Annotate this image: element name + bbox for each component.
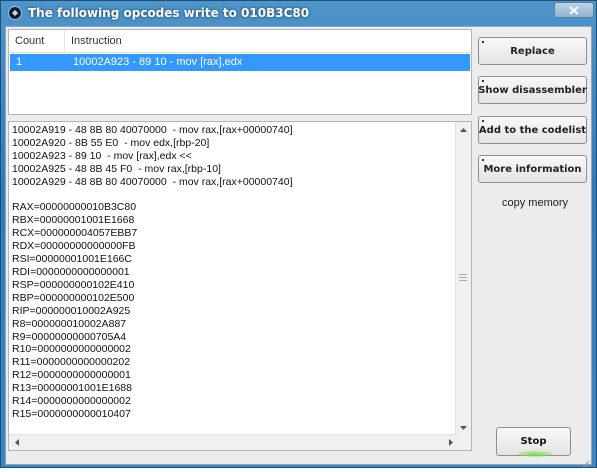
horizontal-scrollbar[interactable] [9, 434, 458, 450]
scroll-grip-icon [459, 266, 467, 281]
close-button[interactable] [554, 2, 594, 18]
close-icon [569, 5, 579, 15]
scroll-down-arrow-icon[interactable] [456, 420, 471, 435]
scroll-up-arrow-icon[interactable] [456, 122, 471, 137]
stop-button[interactable]: Stop [496, 427, 571, 457]
title-bar[interactable]: The following opcodes write to 010B3C80 [1, 1, 596, 26]
list-header: Count Instruction [9, 30, 471, 53]
details-textbox[interactable]: 10002A919 - 48 8B 80 40070000 - mov rax,… [8, 121, 472, 451]
column-header-instruction[interactable]: Instruction [65, 30, 471, 52]
column-header-count[interactable]: Count [9, 30, 65, 52]
stop-label: Stop [520, 436, 547, 447]
add-to-codelist-button[interactable]: Add to the codelist [478, 116, 587, 144]
dialog-window: The following opcodes write to 010B3C80 … [0, 0, 597, 468]
scroll-right-arrow-icon[interactable] [443, 435, 458, 450]
stop-glow-icon [517, 451, 553, 457]
window-title: The following opcodes write to 010B3C80 [28, 6, 310, 20]
copy-memory-label[interactable]: copy memory [502, 197, 568, 209]
details-text: 10002A919 - 48 8B 80 40070000 - mov rax,… [12, 124, 293, 420]
resize-grip-icon[interactable] [580, 453, 590, 468]
vertical-scrollbar[interactable] [455, 122, 471, 450]
show-disassembler-button[interactable]: Show disassembler [478, 76, 587, 104]
replace-button[interactable]: Replace [478, 37, 587, 65]
list-row[interactable]: 1 10002A923 - 89 10 - mov [rax],edx [10, 54, 470, 71]
app-icon [7, 5, 23, 21]
scroll-left-arrow-icon[interactable] [9, 435, 24, 450]
client-area: Count Instruction 1 10002A923 - 89 10 - … [5, 26, 592, 468]
row-instruction: 10002A923 - 89 10 - mov [rax],edx [73, 56, 243, 68]
row-count: 1 [16, 56, 23, 68]
splitter-handle[interactable] [226, 116, 250, 131]
more-information-button[interactable]: More information [478, 155, 587, 183]
opcode-list[interactable]: Count Instruction 1 10002A923 - 89 10 - … [8, 29, 472, 115]
